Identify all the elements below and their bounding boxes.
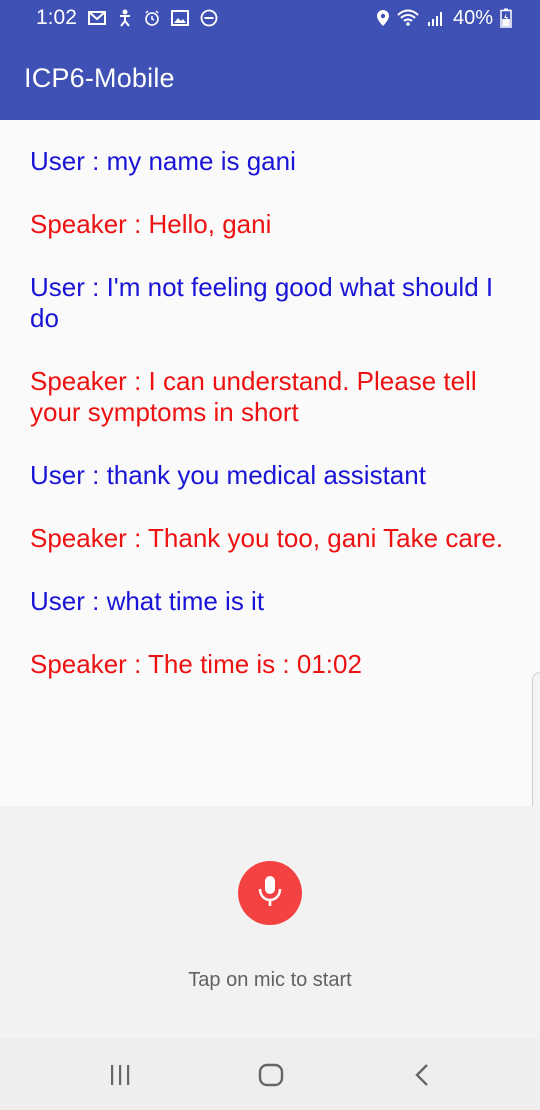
- signal-icon: [426, 9, 446, 27]
- user-message: User : what time is it: [30, 586, 265, 616]
- mic-button[interactable]: [238, 861, 302, 925]
- mic-hint-text: Tap on mic to start: [188, 969, 352, 991]
- battery-icon: [500, 8, 512, 28]
- user-message: User : I'm not feeling good what should …: [30, 272, 494, 333]
- app-bar: ICP6-Mobile: [0, 36, 540, 120]
- status-bar: 1:02 40%: [0, 0, 540, 36]
- navigation-bar: [0, 1038, 540, 1110]
- wifi-icon: [397, 9, 419, 27]
- speaker-message: Speaker : I can understand. Please tell …: [30, 366, 477, 427]
- accessibility-icon: [117, 9, 133, 27]
- do-not-disturb-icon: [200, 9, 218, 27]
- recent-apps-icon[interactable]: [100, 1060, 140, 1090]
- status-bar-right: 40%: [376, 7, 512, 30]
- user-message: User : thank you medical assistant: [30, 460, 426, 490]
- home-icon[interactable]: [251, 1060, 291, 1090]
- speaker-message: Speaker : Thank you too, gani Take care.: [30, 523, 504, 553]
- battery-percent: 40%: [452, 6, 493, 29]
- user-message: User : my name is gani: [30, 146, 296, 176]
- back-icon[interactable]: [402, 1060, 442, 1090]
- conversation-list: User : my name is gani Speaker : Hello, …: [0, 120, 540, 806]
- gmail-icon: [87, 11, 106, 25]
- location-icon: [376, 9, 390, 27]
- microphone-icon: [257, 874, 283, 913]
- alarm-icon: [144, 10, 160, 26]
- status-time: 1:02: [36, 6, 77, 29]
- speaker-message: Speaker : Hello, gani: [30, 209, 272, 239]
- status-bar-left: 1:02: [36, 6, 218, 30]
- voice-input-panel: Tap on mic to start: [0, 806, 540, 1038]
- app-title: ICP6-Mobile: [24, 62, 175, 93]
- image-icon: [170, 10, 189, 26]
- speaker-message: Speaker : The time is : 01:02: [30, 649, 362, 679]
